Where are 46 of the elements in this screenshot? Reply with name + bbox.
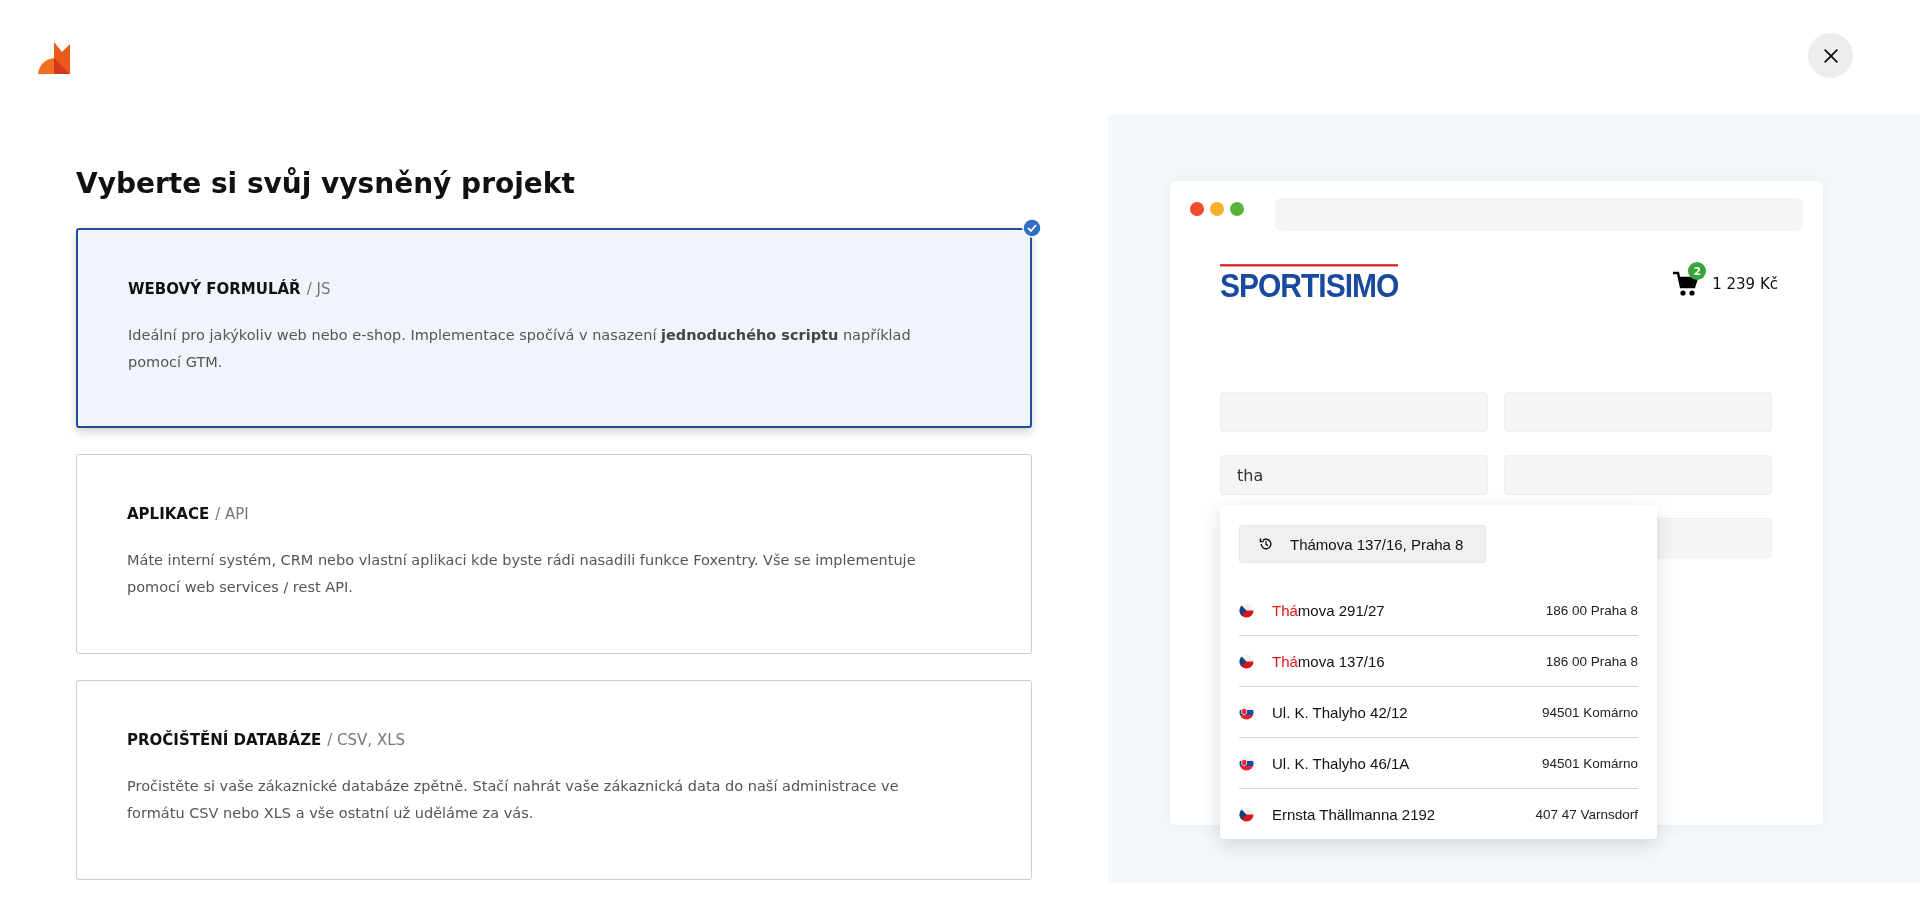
address-suggestion[interactable]: Thámova 137/16 186 00 Praha 8	[1239, 636, 1638, 687]
option-title: PROČIŠTĚNÍ DATABÁZE	[127, 731, 322, 749]
address-suggestion[interactable]: Ul. K. Thalyho 46/1A 94501 Komárno	[1239, 738, 1638, 789]
option-description: Máte interní systém, CRM nebo vlastní aplikaci kde byste rádi nasadili funkce Foxentry. Vše se implementuje pomocí web services / rest API.	[127, 551, 917, 597]
address-suggestion[interactable]: Ernsta Thällmanna 2192 407 47 Varnsdorf	[1239, 789, 1638, 839]
shop-logo: SPORTISIMO	[1220, 264, 1399, 304]
suggestion-street: Thámova 291/27	[1272, 601, 1386, 619]
option-subtitle: / API	[215, 505, 249, 523]
check-icon	[1022, 218, 1042, 238]
suggestion-street: Ul. K. Thalyho 42/12	[1272, 703, 1409, 721]
page-heading: Vyberte si svůj vysněný projekt	[76, 167, 576, 200]
address-suggestion[interactable]: Thámova 291/27 186 00 Praha 8	[1239, 585, 1638, 636]
suggestion-city: 186 00 Praha 8	[1545, 602, 1638, 618]
window-dot	[1230, 202, 1244, 216]
option-description: Ideální pro jakýkoliv web nebo e-shop. Implementace spočívá v nasazení jednoduchého scriptu například pomocí GTM.	[128, 326, 912, 372]
czech-flag-icon	[1239, 806, 1254, 822]
slovak-flag-icon	[1239, 704, 1254, 720]
option-description: Pročistěte si vaše zákaznické databáze zpětně. Stačí nahrát vaše zákaznická data do naší administrace ve formátu CSV nebo XLS a vše ostatní už uděláme za vás.	[127, 777, 900, 823]
close-button[interactable]	[1808, 33, 1853, 78]
cart-count-badge: 2	[1688, 262, 1707, 280]
recent-address-chip[interactable]: Thámova 137/16, Praha 8	[1239, 525, 1487, 563]
cart-total: 1 239 Kč	[1712, 275, 1778, 293]
option-subtitle: / JS	[306, 280, 331, 298]
slovak-flag-icon	[1239, 755, 1254, 771]
project-option-card[interactable]: APLIKACE / API Máte interní systém, CRM nebo vlastní aplikaci kde byste rádi nasadili funkce Foxentry. Vše se implementuje pomocí web services / rest API.	[76, 454, 1032, 654]
suggestion-street: Ul. K. Thalyho 46/1A	[1272, 754, 1411, 772]
close-icon	[1821, 46, 1840, 65]
czech-flag-icon	[1239, 602, 1254, 618]
suggestion-city: 94501 Komárno	[1541, 755, 1638, 771]
project-option-card[interactable]: WEBOVÝ FORMULÁŘ / JS Ideální pro jakýkoliv web nebo e-shop. Implementace spočívá v nasazení jednoduchého scriptu například pomocí GTM.	[76, 228, 1032, 428]
window-dot	[1190, 202, 1204, 216]
fox-logo	[36, 40, 72, 76]
history-icon	[1258, 536, 1274, 552]
suggestion-city: 407 47 Varnsdorf	[1535, 806, 1638, 822]
window-dot	[1210, 202, 1224, 216]
project-option-card[interactable]: PROČIŠTĚNÍ DATABÁZE / CSV, XLS Pročistěte si vaše zákaznické databáze zpětně. Stačí nahrát vaše zákaznická data do naší administrace ve formátu CSV nebo XLS a vše ostatní už uděláme za vás.	[76, 680, 1032, 880]
option-title: WEBOVÝ FORMULÁŘ	[128, 280, 301, 298]
option-subtitle: / CSV, XLS	[327, 731, 406, 749]
street-input-field[interactable]: tha	[1220, 455, 1488, 495]
czech-flag-icon	[1239, 653, 1254, 669]
address-suggestion[interactable]: Ul. K. Thalyho 42/12 94501 Komárno	[1239, 687, 1638, 738]
suggestion-street: Ernsta Thällmanna 2192	[1272, 805, 1437, 823]
option-title: APLIKACE	[127, 505, 210, 523]
suggestion-street: Thámova 137/16	[1272, 652, 1386, 670]
suggestion-city: 94501 Komárno	[1541, 704, 1638, 720]
suggestion-city: 186 00 Praha 8	[1545, 653, 1638, 669]
